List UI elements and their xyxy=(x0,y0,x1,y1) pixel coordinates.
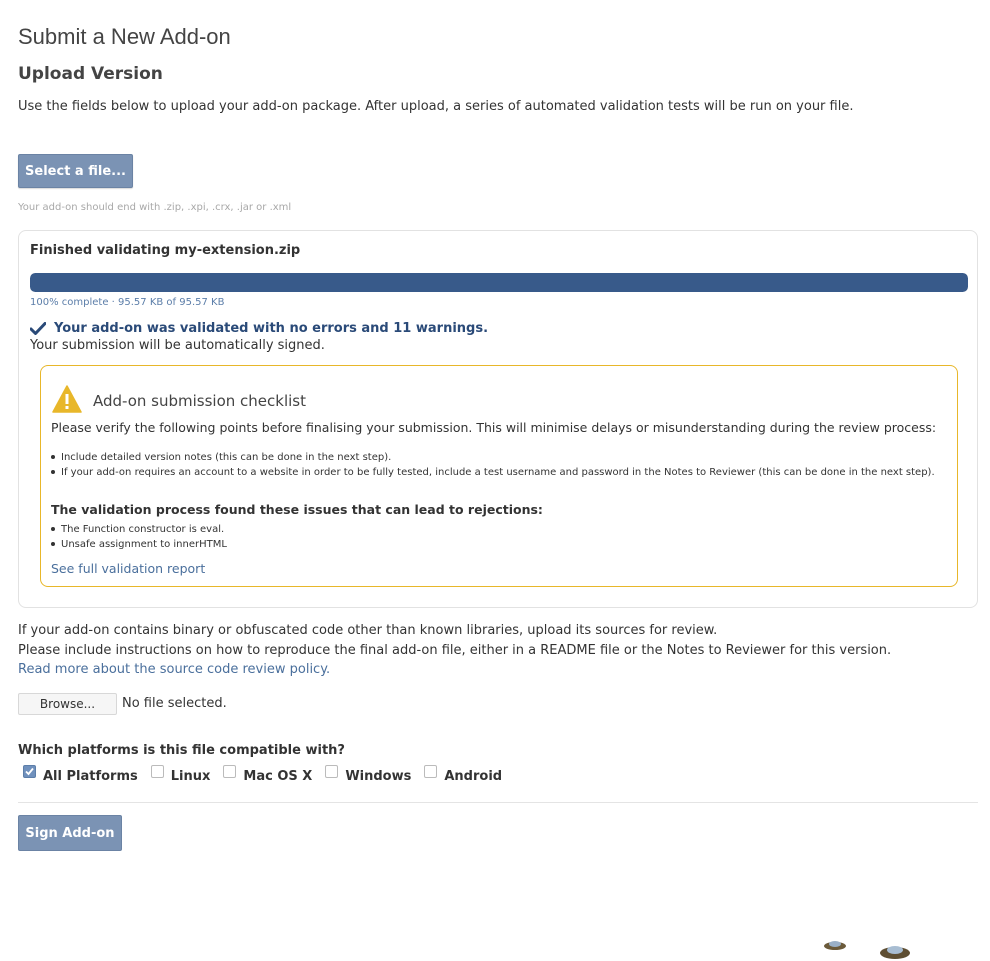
page-title: Submit a New Add-on xyxy=(18,24,231,49)
check-icon xyxy=(25,767,34,776)
source-instructions: Please include instructions on how to re… xyxy=(18,643,892,658)
progress-bar xyxy=(30,273,968,292)
validation-report-link[interactable]: See full validation report xyxy=(51,561,205,576)
source-policy-link[interactable]: Read more about the source code review p… xyxy=(18,662,330,677)
decorative-saucer-icon xyxy=(824,941,846,950)
checkbox[interactable] xyxy=(23,765,36,778)
platform-android[interactable]: Android xyxy=(424,765,503,784)
progress-fill xyxy=(30,273,968,292)
checkbox[interactable] xyxy=(150,765,164,778)
platform-all[interactable]: All Platforms xyxy=(23,765,138,784)
no-file-label: No file selected. xyxy=(122,696,227,711)
submission-checklist: Add-on submission checklist Please verif… xyxy=(40,365,958,587)
platform-linux[interactable]: Linux xyxy=(150,765,211,784)
intro-text: Use the fields below to upload your add-… xyxy=(18,99,854,114)
checkbox[interactable] xyxy=(325,765,339,778)
platform-label: Linux xyxy=(170,769,211,784)
sign-addon-button[interactable]: Sign Add-on xyxy=(18,815,122,851)
validation-result-text: Your add-on was validated with no errors… xyxy=(54,321,489,336)
select-file-button[interactable]: Select a file... xyxy=(18,154,133,188)
checkbox[interactable] xyxy=(223,765,237,778)
checklist-title: Add-on submission checklist xyxy=(93,392,307,410)
platform-label: Windows xyxy=(345,769,412,784)
divider xyxy=(18,802,978,803)
checklist-intro: Please verify the following points befor… xyxy=(51,420,937,435)
checkmark-icon xyxy=(30,322,46,335)
issues-title: The validation process found these issue… xyxy=(51,502,543,517)
validation-title: Finished validating my-extension.zip xyxy=(30,243,301,258)
list-item: Unsafe assignment to innerHTML xyxy=(51,537,941,552)
list-item: Include detailed version notes (this can… xyxy=(51,450,941,465)
platform-label: All Platforms xyxy=(43,769,138,784)
checkbox[interactable] xyxy=(424,765,438,778)
platform-label: Mac OS X xyxy=(243,769,313,784)
validation-panel: Finished validating my-extension.zip 100… xyxy=(18,230,978,608)
section-title: Upload Version xyxy=(18,64,163,84)
checklist-items: Include detailed version notes (this can… xyxy=(51,450,941,480)
warning-icon xyxy=(52,385,82,413)
issues-list: The Function constructor is eval. Unsafe… xyxy=(51,522,941,552)
decorative-saucer-icon xyxy=(880,946,910,959)
list-item: The Function constructor is eval. xyxy=(51,522,941,537)
platform-windows[interactable]: Windows xyxy=(325,765,412,784)
platforms-question: Which platforms is this file compatible … xyxy=(18,743,345,758)
source-notice: If your add-on contains binary or obfusc… xyxy=(18,623,718,638)
platform-mac[interactable]: Mac OS X xyxy=(223,765,313,784)
progress-text: 100% complete · 95.57 KB of 95.57 KB xyxy=(30,297,225,308)
list-item: If your add-on requires an account to a … xyxy=(51,465,941,480)
platform-options: All Platforms Linux Mac OS X Windows And… xyxy=(23,765,515,784)
file-type-hint: Your add-on should end with .zip, .xpi, … xyxy=(18,202,292,213)
platform-label: Android xyxy=(444,769,503,784)
browse-button[interactable]: Browse... xyxy=(18,693,117,715)
validation-result: Your add-on was validated with no errors… xyxy=(30,321,488,336)
signed-note: Your submission will be automatically si… xyxy=(30,338,325,353)
